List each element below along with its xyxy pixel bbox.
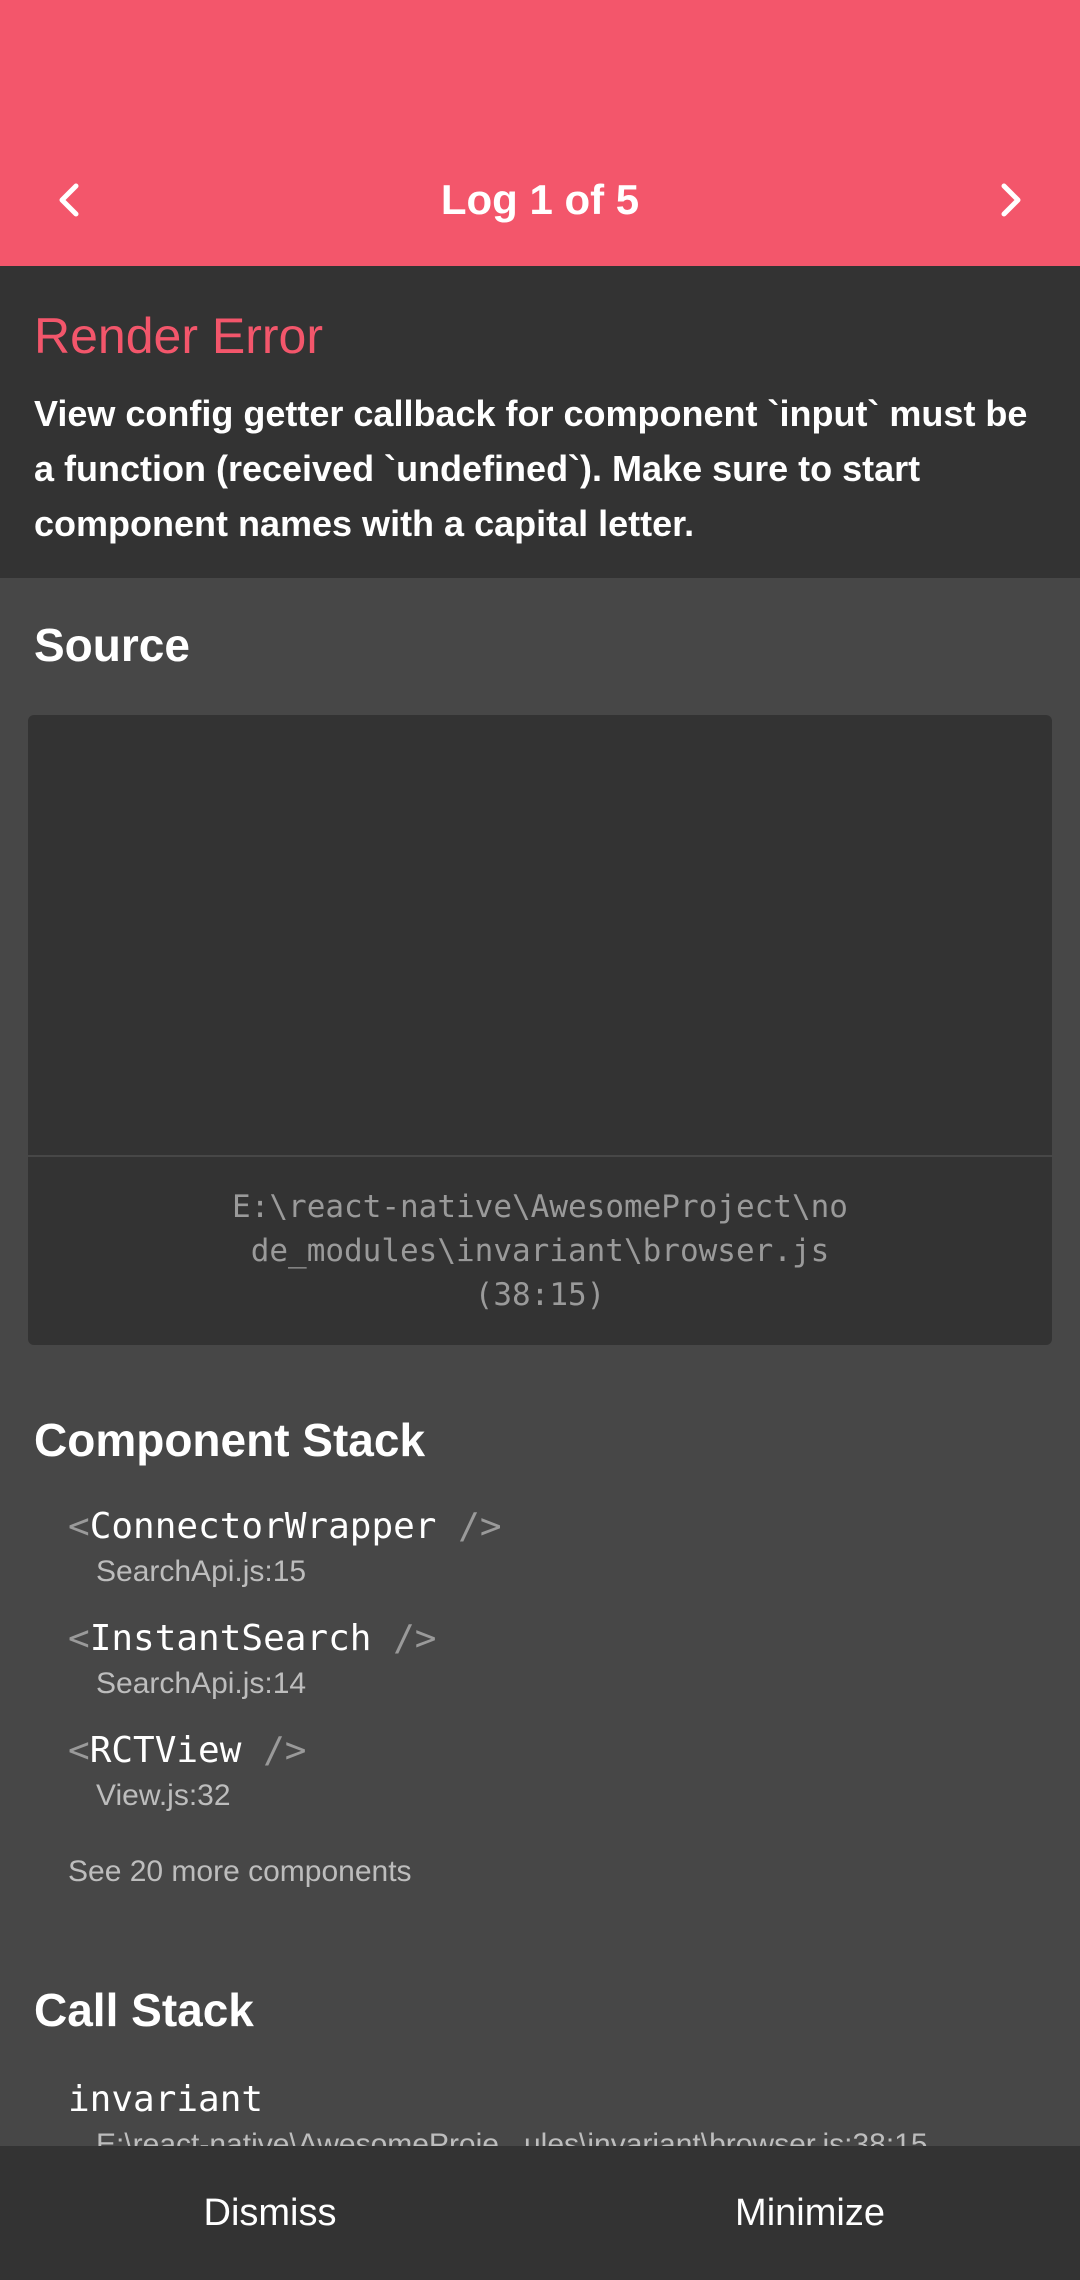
code-line: 40 | );: [28, 1018, 1028, 1073]
component-name: <InstantSearch />: [68, 1618, 437, 1659]
code-line: 41 | error.name = 'Invariant Violation';: [28, 1073, 1028, 1128]
component-file: SearchApi.js:15: [96, 1555, 307, 1588]
file-path-line: E:\react-native\AwesomeProject\no: [232, 1189, 848, 1225]
error-title: Render Error: [34, 308, 323, 364]
component-file: SearchApi.js:14: [96, 1667, 307, 1700]
component-file: View.js:32: [96, 1779, 231, 1812]
minimize-button[interactable]: Minimize: [540, 2146, 1080, 2280]
file-location: (38:15): [474, 1277, 606, 1313]
code-frame-divider: [28, 1155, 1052, 1157]
component-name: <RCTView />: [68, 1730, 307, 1771]
code-frame: 36 | var args = [a, b, c, d, e, f]; 37 |…: [28, 715, 1052, 1345]
code-line-highlighted: > 38 | error = new Error(: [28, 853, 1028, 908]
error-panel: Render Error View config getter callback…: [0, 266, 1080, 578]
component-stack-item[interactable]: <InstantSearch /> SearchApi.js:14: [68, 1614, 436, 1704]
call-stack-title: Call Stack: [34, 1984, 254, 2036]
code-line: 36 | var args = [a, b, c, d, e, f];: [28, 743, 1028, 798]
next-log-button[interactable]: [950, 160, 1070, 240]
footer-bar: Dismiss Minimize: [0, 2146, 1080, 2280]
code-line-caret: | ^: [28, 908, 1028, 963]
code-line: 39 | format.replace(/%s/g, function() { …: [28, 963, 1028, 1018]
component-stack-title: Component Stack: [34, 1414, 426, 1466]
source-section-title: Source: [34, 619, 190, 671]
component-stack-item[interactable]: <ConnectorWrapper /> SearchApi.js:15: [68, 1502, 502, 1592]
log-counter-title: Log 1 of 5: [440, 176, 640, 223]
component-stack-item[interactable]: <RCTView /> View.js:32: [68, 1726, 306, 1816]
component-name: <ConnectorWrapper />: [68, 1506, 502, 1547]
chevron-right-icon: [1001, 183, 1021, 217]
dismiss-button[interactable]: Dismiss: [0, 2146, 540, 2280]
code-line: 37 | var argIndex = 0;: [28, 798, 1028, 853]
call-frame-name: invariant: [68, 2079, 264, 2120]
see-more-components-link[interactable]: See 20 more components: [68, 1855, 412, 1889]
file-path-line: de_modules\invariant\browser.js: [250, 1233, 830, 1269]
log-header: Log 1 of 5: [0, 0, 1080, 266]
error-message: View config getter callback for componen…: [34, 393, 1028, 544]
source-file-path[interactable]: E:\react-native\AwesomeProject\no de_mod…: [28, 1185, 1052, 1317]
code-lines: 36 | var args = [a, b, c, d, e, f]; 37 |…: [28, 743, 1028, 1163]
